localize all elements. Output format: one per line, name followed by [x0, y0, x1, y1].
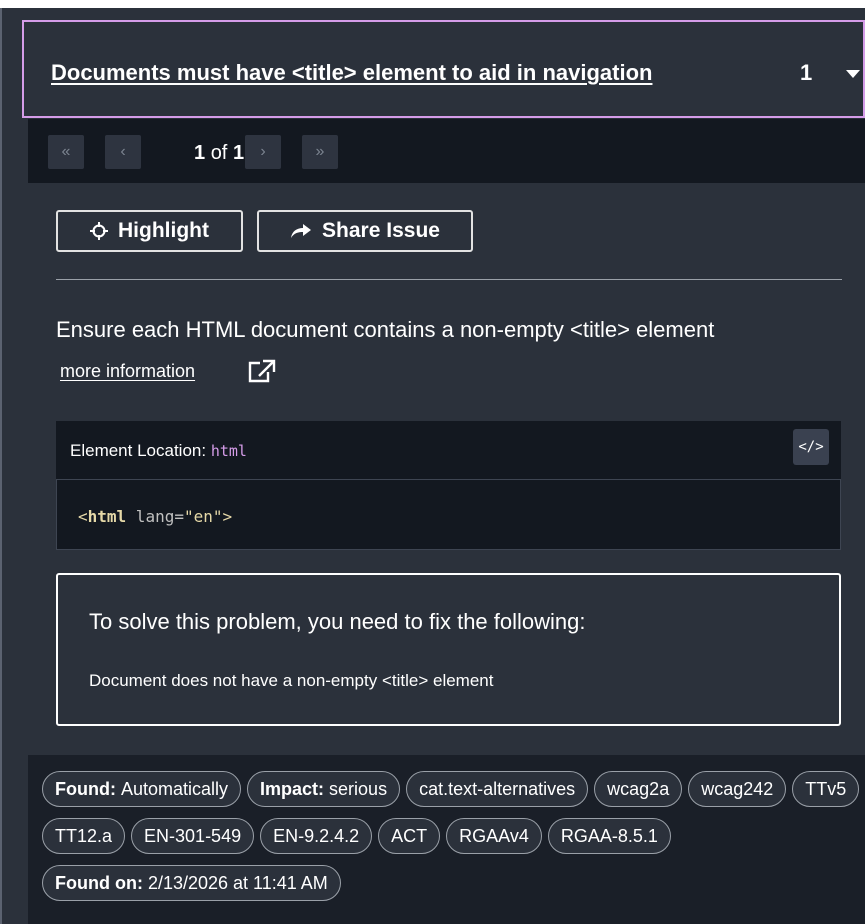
found-tag: Found: Automatically: [42, 771, 242, 807]
found-label: Found:: [55, 778, 116, 799]
section-divider: [56, 279, 842, 280]
issue-count: 1: [800, 60, 813, 85]
impact-label: Impact:: [260, 778, 325, 799]
element-location-title: Element Location:: [70, 441, 207, 460]
tag-item: cat.text-alternatives: [406, 771, 589, 807]
first-page-button[interactable]: «: [48, 135, 84, 169]
tag-item: EN-301-549: [131, 818, 255, 854]
page-of: of: [210, 142, 228, 164]
code-line: <html lang="en">: [78, 507, 232, 526]
found-value: Automatically: [120, 778, 229, 799]
panel-border: [0, 8, 2, 924]
solve-box: To solve this problem, you need to fix t…: [56, 573, 841, 726]
element-source-code: <html lang="en">: [56, 479, 841, 550]
page-indicator: 1 of 1: [194, 142, 244, 165]
impact-value: serious: [329, 778, 388, 799]
total-pages: 1: [232, 142, 245, 164]
tag-item: wcag242: [688, 771, 787, 807]
share-issue-button[interactable]: Share Issue: [257, 210, 473, 252]
highlight-button[interactable]: Highlight: [56, 210, 243, 252]
next-page-button[interactable]: ›: [245, 135, 281, 169]
code-open-bracket: <: [78, 507, 88, 526]
tag-item: RGAAv4: [446, 818, 542, 854]
found-on-label: Found on:: [55, 872, 143, 893]
share-issue-label: Share Issue: [322, 219, 440, 242]
issue-header[interactable]: Documents must have <title> element to a…: [22, 20, 865, 118]
highlight-label: Highlight: [118, 219, 209, 242]
issue-pager: « ‹ 1 of 1 › »: [28, 119, 865, 183]
found-on-value: 2/13/2026 at 11:41 AM: [147, 872, 328, 893]
external-link-icon[interactable]: [246, 359, 278, 385]
tag-item: wcag2a: [594, 771, 683, 807]
code-attr: lang=: [126, 507, 184, 526]
element-selector: html: [210, 442, 247, 460]
code-tag: html: [87, 507, 127, 526]
code-value: "en": [183, 507, 223, 526]
tag-list: Found: Automatically Impact: serious cat.t…: [42, 771, 862, 901]
found-on-tag: Found on: 2/13/2026 at 11:41 AM: [42, 865, 341, 901]
code-close-bracket: >: [222, 507, 233, 526]
issue-title-link[interactable]: Documents must have <title> element to a…: [51, 60, 652, 86]
tag-item: RGAA-8.5.1: [547, 818, 671, 854]
caret-down-icon[interactable]: [846, 70, 860, 78]
tag-item: TT12.a: [42, 818, 126, 854]
last-page-button[interactable]: »: [302, 135, 338, 169]
share-arrow-icon: [291, 224, 312, 238]
solve-title: To solve this problem, you need to fix t…: [89, 609, 586, 634]
tags-footer: Found: Automatically Impact: serious cat.t…: [28, 755, 865, 924]
solve-item: Document does not have a non-empty <titl…: [89, 671, 494, 690]
tag-item: ACT: [378, 818, 441, 854]
crosshair-icon: [90, 222, 108, 240]
tag-item: TTv5: [792, 771, 860, 807]
issue-description: Ensure each HTML document contains a non…: [56, 317, 715, 342]
element-location-header: Element Location: html </>: [56, 421, 841, 479]
impact-tag: Impact: serious: [247, 771, 401, 807]
more-information-link[interactable]: more information: [60, 361, 195, 382]
element-location-label: Element Location: html: [70, 441, 247, 461]
current-page: 1: [194, 142, 206, 164]
code-toggle-button[interactable]: </>: [793, 429, 829, 465]
tag-item: EN-9.2.4.2: [260, 818, 373, 854]
prev-page-button[interactable]: ‹: [105, 135, 141, 169]
